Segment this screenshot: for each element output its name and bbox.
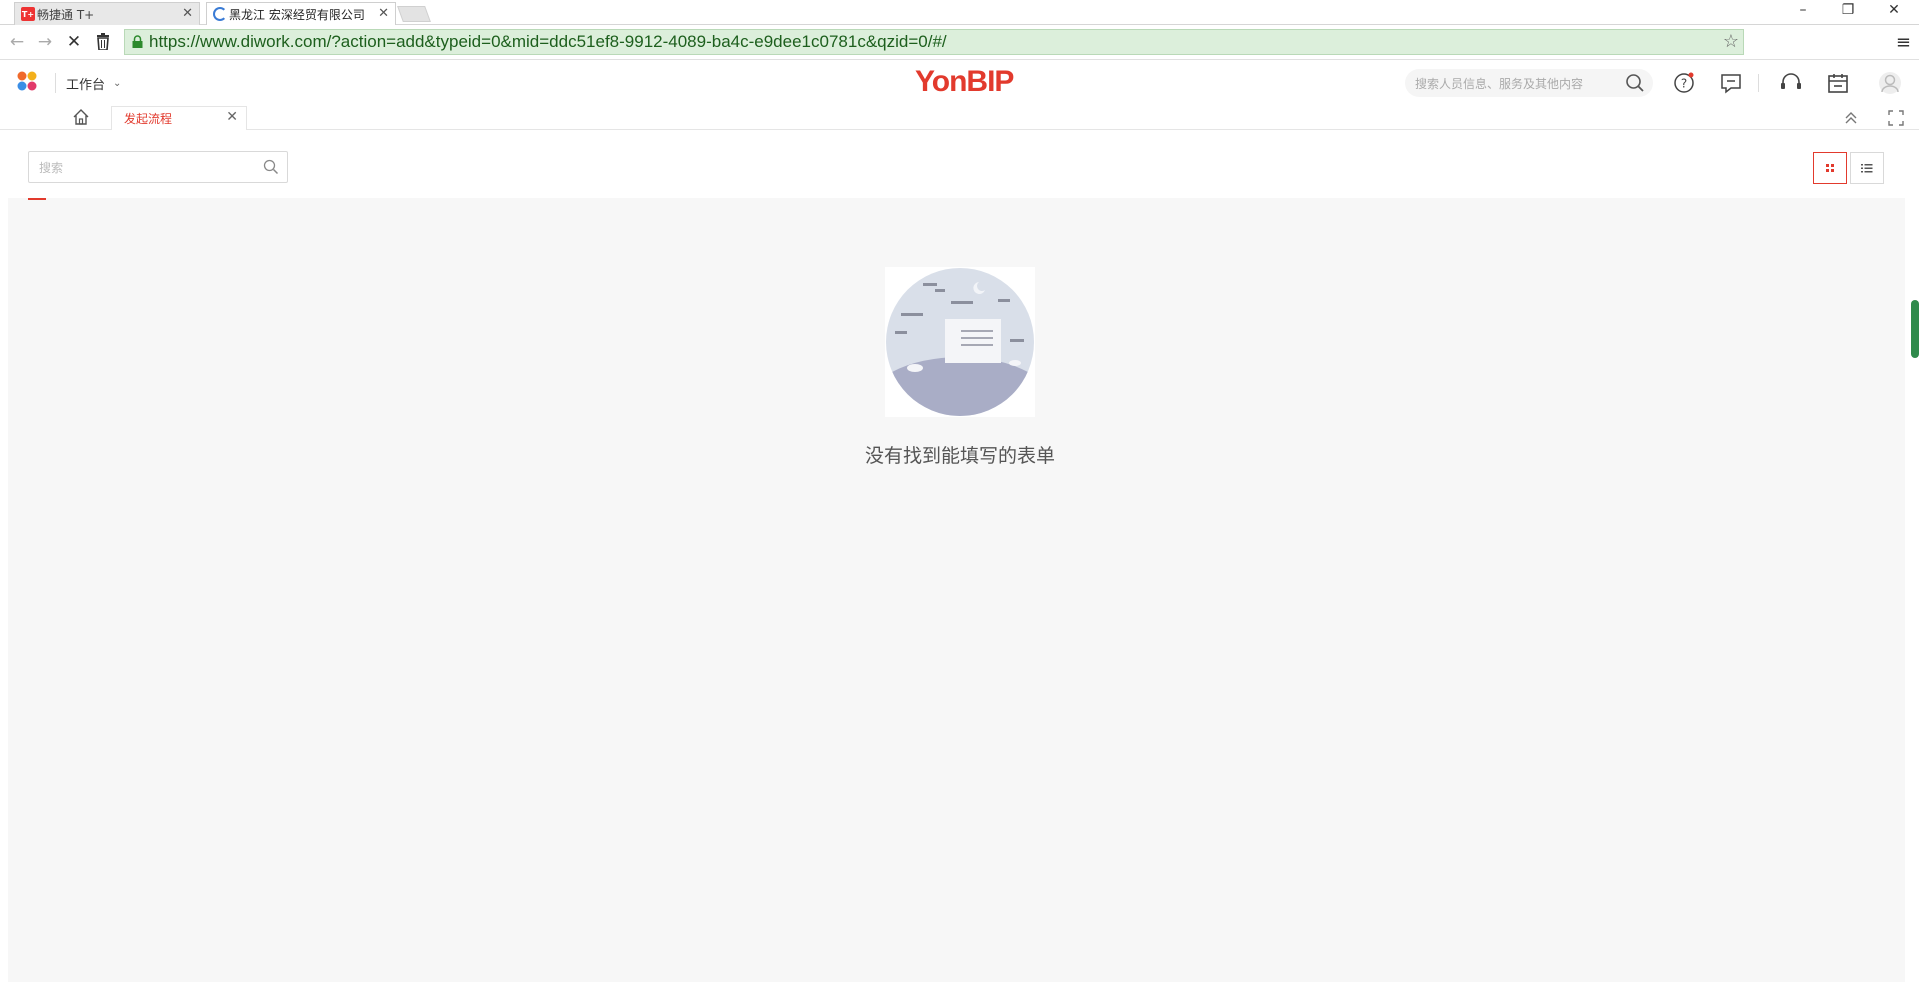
main-content: 搜索 没有找到能填写的表单 (8, 137, 1905, 982)
global-search-input[interactable]: 搜索人员信息、服务及其他内容 (1405, 69, 1653, 97)
bookmark-star-icon[interactable]: ☆ (1723, 31, 1739, 52)
browser-tab-title: 黑龙江 宏深经贸有限公司 (229, 7, 365, 22)
search-icon[interactable] (263, 159, 279, 175)
workbench-switcher[interactable]: 工作台 ⌄ (66, 74, 121, 93)
close-icon[interactable]: ✕ (226, 109, 238, 125)
scrollbar-thumb[interactable] (1911, 300, 1919, 358)
help-icon[interactable]: ? (1672, 71, 1696, 95)
empty-state-message: 没有找到能填写的表单 (864, 445, 1055, 467)
lock-icon (132, 35, 143, 48)
minimize-icon[interactable]: – (1783, 2, 1823, 18)
global-search-placeholder: 搜索人员信息、服务及其他内容 (1415, 76, 1584, 91)
close-window-icon[interactable]: ✕ (1874, 2, 1914, 18)
collapse-up-icon[interactable] (1841, 108, 1861, 128)
home-icon[interactable] (71, 107, 91, 127)
app-launcher-icon[interactable] (16, 70, 38, 92)
content-toolbar: 搜索 (8, 137, 1905, 198)
page-tab-label: 发起流程 (124, 112, 173, 126)
app-header: 工作台 ⌄ YonBIP 搜索人员信息、服务及其他内容 ? (0, 61, 1919, 106)
loading-spinner-icon (213, 7, 227, 21)
new-tab-button[interactable] (397, 6, 431, 22)
divider (1758, 74, 1759, 92)
search-placeholder: 搜索 (39, 160, 64, 175)
workbench-label: 工作台 (66, 78, 106, 93)
brand-logo: YonBIP (915, 65, 1014, 98)
grid-view-button[interactable] (1813, 152, 1847, 184)
url-text: https://www.diwork.com/?action=add&typei… (149, 32, 947, 51)
address-bar-row: ← → ✕ https://www.diwork.com/?action=add… (0, 25, 1919, 60)
restore-icon[interactable]: ❐ (1828, 2, 1868, 18)
forward-icon[interactable]: → (34, 32, 56, 52)
calendar-icon[interactable] (1826, 71, 1850, 95)
search-icon[interactable] (1625, 73, 1645, 93)
fullscreen-icon[interactable] (1886, 108, 1906, 128)
avatar[interactable] (1878, 71, 1902, 95)
active-category-indicator (28, 198, 46, 200)
divider (55, 73, 56, 93)
message-icon[interactable] (1719, 71, 1743, 95)
stop-loading-icon[interactable]: ✕ (63, 32, 85, 52)
browser-tab-title: 畅捷通 T+ (37, 7, 95, 22)
empty-state-illustration (885, 267, 1035, 417)
tplus-icon: T+ (21, 7, 35, 21)
list-view-button[interactable] (1850, 152, 1884, 184)
browser-tab-tplus[interactable]: T+ 畅捷通 T+ ✕ (14, 2, 200, 25)
search-input[interactable]: 搜索 (28, 151, 288, 183)
back-icon[interactable]: ← (6, 32, 28, 52)
grid-icon (1826, 164, 1834, 172)
trash-icon[interactable] (96, 33, 110, 50)
url-field[interactable]: https://www.diwork.com/?action=add&typei… (124, 29, 1744, 55)
tab-start-process[interactable]: 发起流程 ✕ (111, 106, 247, 130)
svg-text:?: ? (1681, 77, 1687, 91)
page-tab-bar: 发起流程 ✕ (0, 106, 1919, 130)
close-tab-icon[interactable]: ✕ (182, 6, 193, 21)
browser-tab-active[interactable]: 黑龙江 宏深经贸有限公司 ✕ (206, 2, 396, 25)
chevron-down-icon: ⌄ (113, 78, 122, 89)
customer-service-icon[interactable] (1779, 71, 1803, 95)
list-icon (1861, 164, 1873, 173)
browser-tab-strip: T+ 畅捷通 T+ ✕ 黑龙江 宏深经贸有限公司 ✕ – ❐ ✕ (0, 0, 1919, 25)
browser-menu-icon[interactable]: ≡ (1896, 32, 1911, 53)
close-tab-icon[interactable]: ✕ (378, 6, 389, 21)
